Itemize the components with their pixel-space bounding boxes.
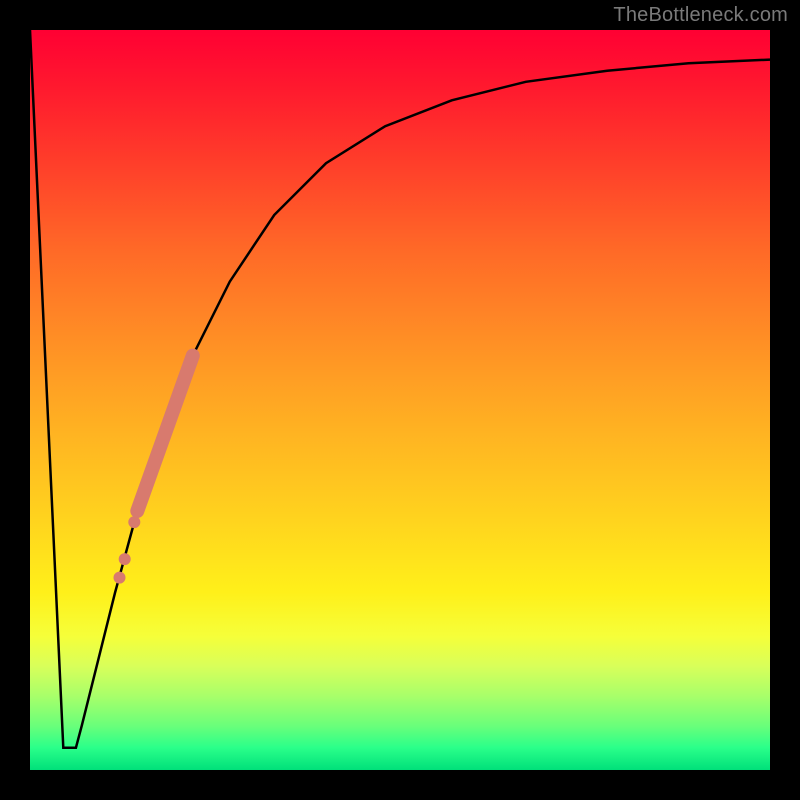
highlight-segment bbox=[137, 356, 193, 511]
highlight-dot bbox=[131, 505, 143, 517]
plot-area bbox=[30, 30, 770, 770]
chart-frame: TheBottleneck.com bbox=[0, 0, 800, 800]
chart-svg bbox=[30, 30, 770, 770]
main-curve bbox=[30, 30, 770, 748]
highlight-dot bbox=[119, 553, 131, 565]
watermark-text: TheBottleneck.com bbox=[613, 4, 788, 27]
highlight-dot bbox=[114, 572, 126, 584]
highlight-dot bbox=[128, 516, 140, 528]
